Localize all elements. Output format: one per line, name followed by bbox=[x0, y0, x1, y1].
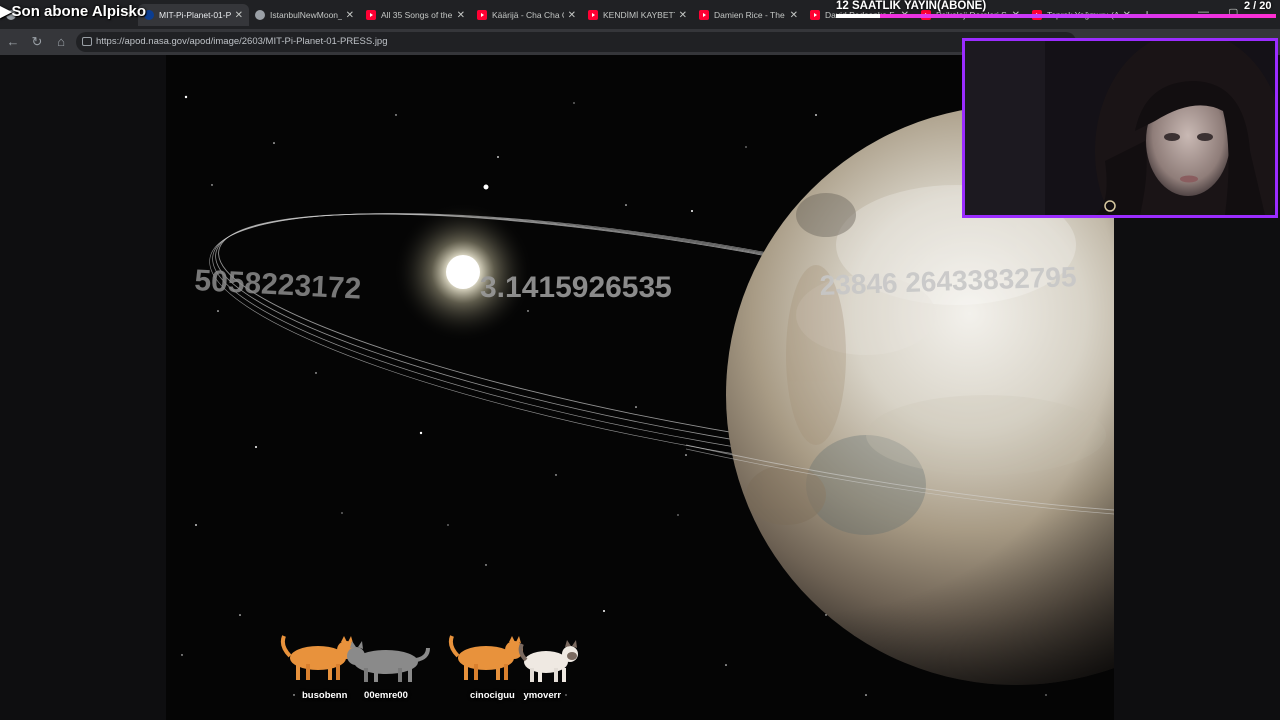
tab-close-icon[interactable]: ✕ bbox=[235, 10, 243, 21]
tab-3[interactable]: All 35 Songs of the E ✕ bbox=[360, 4, 471, 26]
tab-label: KENDİMİ KAYBETTİM bbox=[603, 10, 675, 20]
streamer-webcam-feed bbox=[965, 41, 1275, 215]
tab-close-icon[interactable]: ✕ bbox=[679, 10, 687, 21]
site-info-icon[interactable] bbox=[82, 37, 92, 46]
youtube-icon bbox=[588, 10, 598, 20]
tab-2[interactable]: IstanbulNewMoon_t ✕ bbox=[249, 4, 360, 26]
tab-5[interactable]: KENDİMİ KAYBETTİM ✕ bbox=[582, 4, 693, 26]
address-bar[interactable]: https://apod.nasa.gov/apod/image/2603/MI… bbox=[76, 32, 1076, 52]
pi-text-mid: 3.1415926535 bbox=[480, 271, 672, 304]
youtube-icon bbox=[477, 10, 487, 20]
cat-names-row: cinociguu ymoverr bbox=[470, 690, 561, 701]
tab-label: MIT-Pi-Planet-01-PRESS.jpg bbox=[159, 10, 231, 20]
viewer-name: busobenn bbox=[302, 690, 348, 701]
webcam-overlay bbox=[962, 38, 1278, 218]
stream-screen: ✕ MIT-Pi-Planet-01-PRESS.jpg ✕ IstanbulN… bbox=[0, 0, 1280, 720]
youtube-icon bbox=[699, 10, 709, 20]
mouse-cursor-icon bbox=[482, 183, 490, 191]
cat-names-row: busobenn 00emre00 bbox=[302, 690, 408, 701]
subathon-progress-bar bbox=[836, 14, 1276, 18]
url-text[interactable]: https://apod.nasa.gov/apod/image/2603/MI… bbox=[96, 36, 388, 47]
tab-label: Damien Rice - The B bbox=[714, 10, 786, 20]
walking-cats-icon bbox=[280, 635, 430, 682]
tab-close-icon[interactable]: ✕ bbox=[790, 10, 798, 21]
star-sun bbox=[446, 255, 480, 289]
tab-close-icon[interactable]: ✕ bbox=[568, 10, 576, 21]
last-subscriber-label: ▶Son abone Alpisko bbox=[0, 3, 146, 20]
back-button[interactable]: ← bbox=[5, 34, 21, 49]
subathon-banner-title: 12 SAATLİK YAYIN(ABONE) bbox=[836, 0, 987, 12]
pi-text-left: 5058223172 bbox=[194, 264, 362, 306]
viewer-name: ymoverr bbox=[523, 690, 562, 701]
youtube-icon bbox=[810, 10, 820, 20]
tab-close-icon[interactable]: ✕ bbox=[457, 10, 465, 21]
walking-cats-icon bbox=[448, 635, 578, 682]
home-button[interactable]: ⌂ bbox=[53, 34, 69, 49]
youtube-icon bbox=[366, 10, 376, 20]
sub-goal-counter: 2 / 20 bbox=[1244, 0, 1272, 12]
cat-pair-2: cinociguu ymoverr bbox=[446, 634, 596, 704]
tab-4[interactable]: Käärijä - Cha Cha Ch ✕ bbox=[471, 4, 582, 26]
tab-label: Käärijä - Cha Cha Ch bbox=[492, 10, 564, 20]
cat-pair-1: busobenn 00emre00 bbox=[278, 634, 438, 704]
tab-6[interactable]: Damien Rice - The B ✕ bbox=[693, 4, 804, 26]
tab-favicon-icon bbox=[255, 10, 265, 20]
viewer-name: cinociguu bbox=[470, 690, 515, 701]
tab-label: IstanbulNewMoon_t bbox=[270, 10, 342, 20]
tab-label: All 35 Songs of the E bbox=[381, 10, 453, 20]
tab-1[interactable]: MIT-Pi-Planet-01-PRESS.jpg ✕ bbox=[138, 4, 249, 26]
reload-button[interactable]: ↻ bbox=[29, 34, 45, 50]
subathon-progress-fill bbox=[836, 14, 880, 18]
tab-close-icon[interactable]: ✕ bbox=[346, 10, 354, 21]
viewer-name: 00emre00 bbox=[364, 690, 408, 701]
